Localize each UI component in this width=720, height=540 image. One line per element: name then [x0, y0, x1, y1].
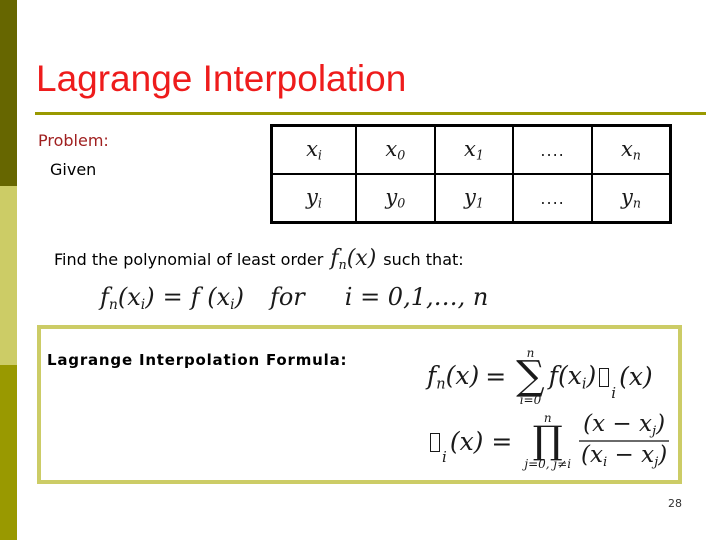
table-cell-x-0: x0 — [355, 124, 436, 175]
math-y-0: y0 — [385, 185, 406, 211]
pi-product-icon: ∏ — [532, 418, 563, 463]
table-cell-y-0: y0 — [355, 173, 436, 224]
data-table: xi x0 x1 .... xn yi y0 y1 .... yn — [270, 124, 672, 224]
basis-fraction: (x − xj) (xi − xj) — [579, 411, 670, 470]
table-cell-x-ellipsis: .... — [512, 124, 593, 175]
condition-equation: fn(xi) = f (xi) for i = 0,1,…, n — [100, 283, 488, 313]
find-suffix-text: such that: — [383, 250, 464, 269]
table-cell-x-1: x1 — [433, 124, 515, 175]
math-y-1: y1 — [463, 185, 484, 211]
math-x-n: xn — [620, 137, 641, 163]
lagrange-basis-formula: i (x) = n ∏ j=0, j≠i (x − xj) (xi − xj) — [427, 411, 670, 470]
math-x-i: xi — [306, 137, 322, 163]
sum-equals: = — [485, 362, 507, 392]
condition-for-word: for — [269, 283, 305, 311]
condition-rhs: f (xi) — [190, 283, 244, 314]
math-x-1: x1 — [464, 137, 484, 163]
page-number: 28 — [668, 497, 682, 510]
left-decorative-bar — [0, 0, 17, 540]
lagrange-sum-formula: fn(x) = n ∑ i=0 f(xi) i (x) — [427, 347, 653, 406]
condition-index-range: i = 0,1,…, n — [344, 283, 489, 311]
ellipsis-y: .... — [540, 188, 565, 208]
bar-segment-top — [0, 0, 17, 186]
formula-box-label: Lagrange Interpolation Formula: — [47, 351, 348, 369]
sum-lambda-arg: (x) — [619, 362, 653, 392]
summation-operator: n ∑ i=0 — [516, 347, 545, 406]
table-cell-y-n: yn — [590, 173, 672, 224]
given-text: Given — [50, 160, 97, 179]
find-prefix-text: Find the polynomial of least order — [54, 250, 324, 269]
bar-segment-bottom — [0, 365, 17, 540]
condition-equals: = — [162, 283, 183, 311]
table-cell-y-ellipsis: .... — [512, 173, 593, 224]
table-cell-y-i: yi — [270, 173, 357, 224]
table-cell-y-1: y1 — [433, 173, 515, 224]
bar-segment-middle — [0, 186, 17, 365]
condition-lhs: fn(xi) — [100, 283, 155, 314]
math-x-0: x0 — [385, 137, 406, 163]
product-operator: n ∏ j=0, j≠i — [524, 412, 571, 469]
table-row-y: yi y0 y1 .... yn — [270, 173, 672, 224]
table-cell-x-i: xi — [270, 124, 357, 175]
sum-lower-limit: i=0 — [519, 393, 542, 408]
lambda-missing-glyph-icon-2 — [430, 432, 440, 452]
prod-lhs-arg: (x) — [449, 426, 484, 456]
ellipsis-x: .... — [540, 140, 565, 160]
fraction-denominator: (xi − xj) — [581, 442, 668, 470]
sigma-icon: ∑ — [516, 353, 545, 399]
slide-title: Lagrange Interpolation — [36, 58, 407, 99]
find-polynomial-line: Find the polynomial of least order fn(x)… — [54, 246, 464, 273]
fraction-numerator: (x − xj) — [583, 411, 666, 439]
prod-lower-limit: j=0, j≠i — [524, 456, 572, 471]
problem-label: Problem: — [38, 131, 109, 150]
prod-equals: = — [491, 426, 513, 456]
table-cell-x-n: xn — [590, 124, 672, 175]
math-y-i: yi — [306, 185, 322, 211]
math-y-n: yn — [620, 185, 641, 211]
math-fn-of-x: fn(x) — [330, 246, 377, 273]
table-row-x: xi x0 x1 .... xn — [270, 124, 672, 175]
sum-term-f: f(xi) — [548, 360, 597, 393]
lambda-missing-glyph-icon — [599, 368, 610, 388]
title-underline-rule — [35, 112, 706, 115]
sum-lhs: fn(x) — [427, 360, 480, 393]
